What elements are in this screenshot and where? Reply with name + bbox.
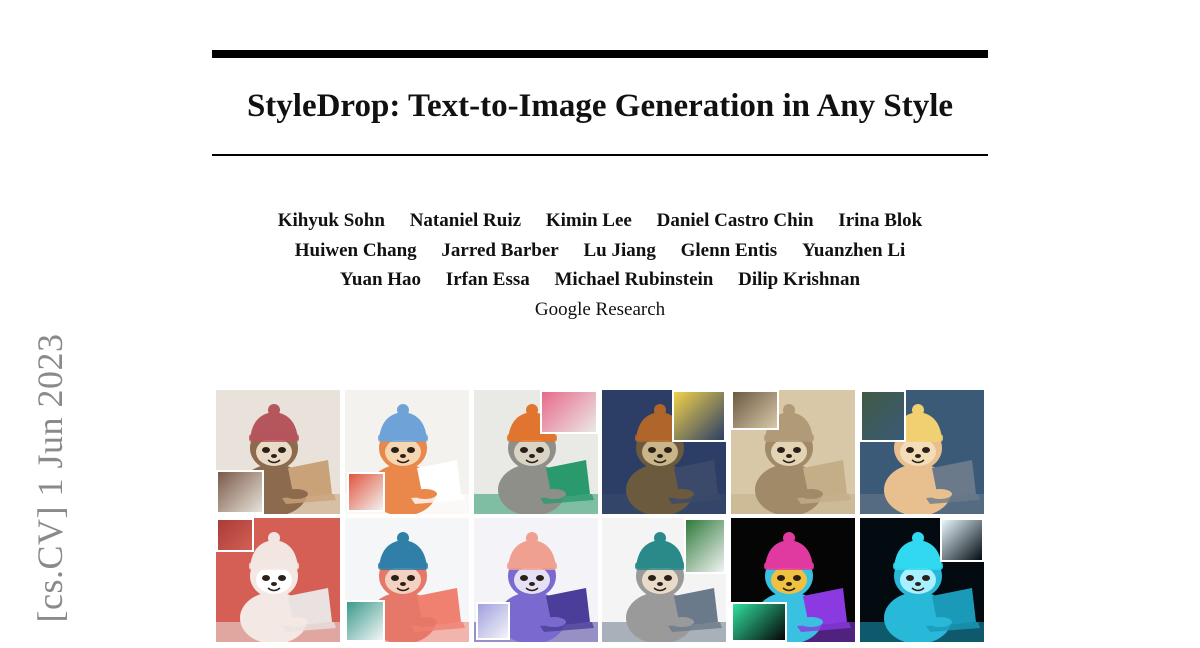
style-reference-inset [540,390,598,434]
style-reference-inset [731,602,787,642]
author-name: Glenn Entis [680,239,778,261]
paper-page: StyleDrop: Text-to-Image Generation in A… [0,0,1200,648]
author-name: Jarred Barber [441,239,559,261]
style-reference-inset [672,390,726,442]
author-name: Irfan Essa [445,269,530,290]
title-bottom-rule [212,154,988,156]
style-sample-tile [731,390,855,514]
author-name: Dilip Krishnan [738,269,861,290]
author-name: Nataniel Ruiz [409,210,522,231]
title-top-rule [212,50,988,58]
style-sample-tile [474,390,598,514]
author-name: Kihyuk Sohn [277,210,385,231]
style-sample-tile [602,390,726,514]
author-line: Yuan Hao Irfan Essa Michael Rubinstein D… [212,265,988,295]
paper-title: StyleDrop: Text-to-Image Generation in A… [246,88,954,124]
style-reference-inset [216,518,254,552]
author-name: Huiwen Chang [294,239,417,261]
author-name: Daniel Castro Chin [656,210,814,231]
style-sample-tile [216,390,340,514]
style-sample-tile [345,518,469,642]
style-sample-tile [860,518,984,642]
style-reference-inset [860,390,906,442]
style-sample-tile [602,518,726,642]
affiliation: Google Research [534,298,666,320]
style-reference-inset [216,470,264,514]
style-reference-inset [940,518,984,562]
style-reference-inset [731,390,779,430]
style-sample-tile [345,390,469,514]
arxiv-stamp-text: [cs.CV] 1 Jun 2023 [30,333,70,623]
style-reference-inset [345,600,385,642]
style-reference-inset [476,602,510,640]
author-name: Kimin Lee [545,210,632,231]
author-block: Kihyuk Sohn Nataniel Ruiz Kimin Lee Dani… [212,206,988,324]
author-name: Irina Blok [838,210,923,231]
style-sample-tile [731,518,855,642]
style-sample-tile [860,390,984,514]
teaser-figure-grid [216,390,984,648]
author-line: Huiwen Chang Jarred Barber Lu Jiang Glen… [212,236,988,266]
style-sample-tile [474,518,598,642]
author-name: Michael Rubinstein [554,269,714,290]
author-name: Lu Jiang [583,239,656,261]
arxiv-stamp: [cs.CV] 1 Jun 2023 [28,318,72,638]
author-line: Kihyuk Sohn Nataniel Ruiz Kimin Lee Dani… [212,206,988,236]
style-sample-tile [216,518,340,642]
style-reference-inset [347,472,385,512]
author-name: Yuan Hao [339,269,422,290]
author-name: Yuanzhen Li [801,239,906,261]
style-reference-inset [684,518,726,574]
